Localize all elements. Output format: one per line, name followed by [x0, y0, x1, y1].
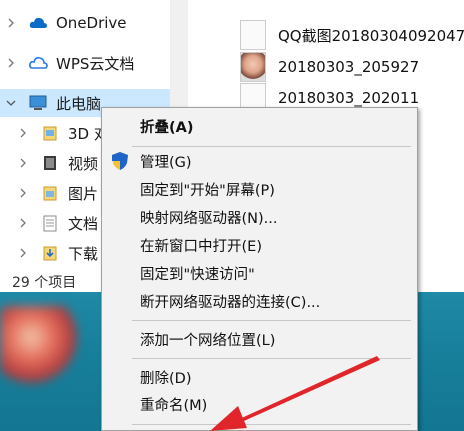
blurred-desktop-icon[interactable] — [0, 306, 78, 384]
chevron-right-icon[interactable] — [18, 218, 28, 228]
nav-label: 视频 — [68, 154, 99, 173]
chevron-right-icon[interactable] — [18, 188, 28, 198]
nav-item-pictures[interactable]: 图片 — [18, 179, 98, 207]
nav-label: 图片 — [68, 184, 99, 203]
file-name: 20180303_205927 — [278, 58, 420, 76]
nav-item-documents[interactable]: 文档 — [18, 209, 98, 237]
menu-label: 重命名(M) — [140, 398, 208, 414]
menu-item-collapse[interactable]: 折叠(A) — [102, 113, 417, 140]
documents-icon — [40, 213, 60, 233]
nav-label: 此电脑 — [56, 94, 102, 113]
menu-item-delete[interactable]: 删除(D) — [102, 364, 417, 391]
nav-item-wps-cloud[interactable]: WPS云文档 — [6, 49, 134, 77]
nav-label: 下载 — [68, 244, 99, 263]
menu-label: 删除(D) — [140, 371, 192, 387]
menu-item-rename[interactable]: 重命名(M) — [102, 391, 417, 418]
nav-item-videos[interactable]: 视频 — [18, 149, 98, 177]
nav-item-3d-objects[interactable]: 3D 对 — [18, 119, 109, 147]
menu-separator — [132, 358, 411, 359]
file-thumbnail-icon — [240, 20, 266, 50]
chevron-right-icon[interactable] — [18, 248, 28, 258]
3d-objects-icon — [40, 123, 60, 143]
menu-label: 添加一个网络位置(L) — [140, 333, 276, 349]
menu-item-pin-quick-access[interactable]: 固定到"快速访问" — [102, 260, 417, 287]
chevron-right-icon[interactable] — [18, 158, 28, 168]
menu-label: 管理(G) — [140, 155, 192, 171]
menu-separator — [132, 424, 411, 425]
menu-item-disconnect-network-drive[interactable]: 断开网络驱动器的连接(C)... — [102, 288, 417, 315]
cloud-icon — [28, 13, 48, 33]
chevron-right-icon[interactable] — [6, 18, 16, 28]
file-name: 20180303_202011 — [278, 89, 420, 107]
menu-separator — [132, 146, 411, 147]
nav-label: OneDrive — [56, 14, 127, 32]
pictures-icon — [40, 183, 60, 203]
menu-label: 固定到"快速访问" — [140, 267, 255, 283]
menu-item-map-network-drive[interactable]: 映射网络驱动器(N)... — [102, 204, 417, 231]
file-item[interactable]: 20180303_205927 — [240, 51, 419, 83]
nav-item-downloads[interactable]: 下载 — [18, 239, 98, 267]
chevron-right-icon[interactable] — [18, 128, 28, 138]
video-icon — [40, 153, 60, 173]
photo-thumbnail-icon — [240, 52, 266, 82]
file-item[interactable]: QQ截图20180304092047 — [240, 19, 464, 51]
menu-label: 映射网络驱动器(N)... — [140, 211, 278, 227]
menu-item-pin-to-start[interactable]: 固定到"开始"屏幕(P) — [102, 176, 417, 203]
menu-label: 折叠(A) — [140, 120, 194, 136]
menu-label: 断开网络驱动器的连接(C)... — [140, 295, 321, 311]
wps-cloud-icon — [28, 53, 48, 73]
item-count-status: 29 个项目 — [12, 275, 77, 291]
download-icon — [40, 243, 60, 263]
nav-item-onedrive[interactable]: OneDrive — [6, 9, 127, 37]
context-menu: 折叠(A) 管理(G) 固定到"开始"屏幕(P) 映射网络驱动器(N)... 在… — [101, 107, 418, 431]
menu-item-open-new-window[interactable]: 在新窗口中打开(E) — [102, 232, 417, 259]
uac-shield-icon — [110, 151, 130, 171]
chevron-right-icon[interactable] — [6, 58, 16, 68]
menu-item-add-network-location[interactable]: 添加一个网络位置(L) — [102, 326, 417, 353]
menu-label: 固定到"开始"屏幕(P) — [140, 183, 275, 199]
menu-label: 在新窗口中打开(E) — [140, 239, 262, 255]
file-name: QQ截图20180304092047 — [278, 26, 464, 45]
nav-label: WPS云文档 — [56, 54, 135, 73]
computer-icon — [28, 93, 48, 113]
nav-label: 文档 — [68, 214, 99, 233]
chevron-down-icon[interactable] — [6, 98, 16, 108]
menu-item-manage[interactable]: 管理(G) — [102, 148, 417, 175]
menu-separator — [132, 320, 411, 321]
